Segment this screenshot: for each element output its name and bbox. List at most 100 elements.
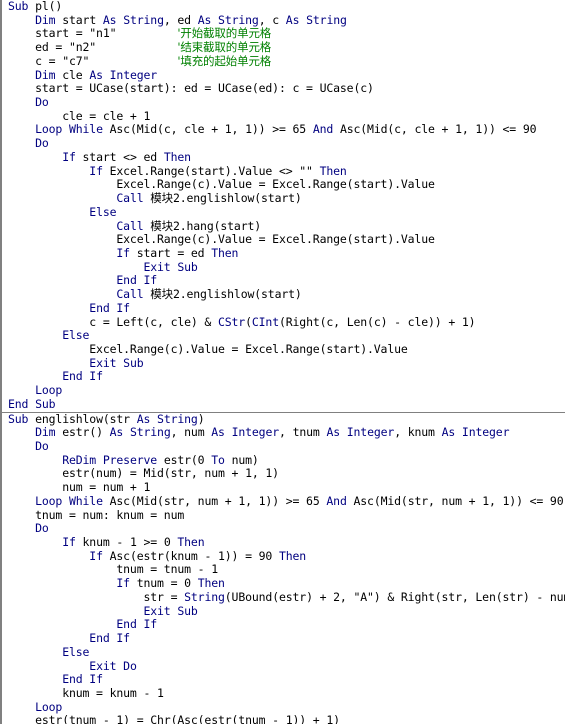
code-line[interactable]: Call 模块2.englishlow(start) — [8, 191, 565, 206]
code-line[interactable]: Call 模块2.englishlow(start) — [8, 287, 565, 302]
code-token-cmz: 填充的起始单元格 — [180, 53, 272, 68]
code-token-id: Asc(Mid(c, cle + 1, 1)) <= 90 — [339, 122, 537, 137]
code-token-k: As Integer — [326, 425, 395, 440]
code-line[interactable]: tnum = tnum - 1 — [8, 563, 565, 577]
code-token-id — [8, 631, 89, 645]
code-line[interactable]: estr(num) = Mid(str, num + 1, 1) — [8, 467, 565, 481]
code-token-id: c = "c7" — [8, 53, 178, 68]
code-token-k: Else — [62, 328, 90, 343]
code-token-k: Exit Sub — [143, 603, 198, 618]
code-token-k: End If — [89, 631, 130, 646]
code-token-id — [8, 122, 35, 136]
code-line[interactable]: End If — [8, 631, 565, 646]
code-line[interactable]: Excel.Range(c).Value = Excel.Range(start… — [8, 342, 565, 357]
code-line[interactable]: Excel.Range(c).Value = Excel.Range(start… — [8, 177, 565, 192]
code-editor-pane[interactable]: Sub pl() Dim start As String, ed As Stri… — [0, 0, 565, 724]
code-line[interactable]: ReDim Preserve estr(0 To num) — [8, 453, 565, 468]
code-line[interactable]: Dim cle As Integer — [8, 67, 565, 83]
code-line[interactable]: Do — [8, 439, 565, 454]
code-line[interactable]: If knum - 1 >= 0 Then — [8, 535, 565, 550]
code-token-id: tnum = 0 — [136, 576, 198, 591]
code-line[interactable]: Sub englishlow(str As String) — [8, 413, 565, 427]
code-line[interactable]: Exit Sub — [8, 356, 565, 371]
code-line[interactable]: Do — [8, 521, 565, 536]
code-line[interactable]: End If — [8, 274, 565, 288]
code-line[interactable]: Else — [8, 645, 565, 660]
code-token-k: Call — [116, 287, 151, 302]
code-token-id — [8, 369, 62, 383]
code-token-id: cle — [62, 67, 90, 82]
code-line[interactable]: Excel.Range(c).Value = Excel.Range(start… — [8, 232, 565, 247]
code-line[interactable]: tnum = num: knum = num — [8, 508, 565, 523]
code-token-k: Exit Sub — [143, 259, 198, 274]
code-line[interactable]: Loop While Asc(Mid(str, num + 1, 1)) >= … — [8, 493, 565, 509]
code-token-id: estr() — [62, 425, 110, 440]
code-line[interactable]: num = num + 1 — [8, 480, 565, 495]
code-token-id — [8, 494, 35, 508]
code-token-k: Then — [319, 163, 347, 178]
code-token-id: , c — [258, 12, 286, 27]
code-line[interactable]: knum = knum - 1 — [8, 686, 565, 701]
code-line[interactable]: If start = ed Then — [8, 246, 565, 261]
code-token-id — [8, 13, 35, 27]
code-line[interactable]: Exit Sub — [8, 603, 565, 619]
code-token-id — [8, 150, 62, 164]
code-token-k: End If — [116, 273, 158, 288]
code-token-id — [8, 521, 35, 535]
code-token-k: End Sub — [8, 396, 56, 411]
code-line[interactable]: End If — [8, 672, 565, 687]
code-token-k: And — [312, 122, 340, 137]
code-token-k: Loop While — [35, 122, 110, 137]
code-token-k: Call — [116, 191, 151, 206]
code-line[interactable]: If Asc(estr(knum - 1)) = 90 Then — [8, 548, 565, 564]
code-line[interactable]: Exit Do — [8, 659, 565, 674]
code-line[interactable]: Exit Sub — [8, 259, 565, 275]
code-line[interactable]: Dim start As String, ed As String, c As … — [8, 12, 565, 28]
code-token-id: c = Left(c, cle) & — [8, 314, 218, 329]
code-token-id — [8, 549, 89, 563]
code-line[interactable]: Do — [8, 95, 565, 110]
code-line[interactable]: If start <> ed Then — [8, 150, 565, 165]
code-token-k: And — [326, 493, 354, 508]
code-line[interactable]: Loop While Asc(Mid(c, cle + 1, 1)) >= 65… — [8, 123, 565, 137]
code-line[interactable]: c = "c7" '填充的起始单元格 — [8, 53, 565, 69]
code-line[interactable]: start = "n1" '开始截取的单元格 — [8, 27, 565, 41]
code-line[interactable]: start = UCase(start): ed = UCase(ed): c … — [8, 81, 565, 96]
code-token-id — [8, 328, 62, 342]
code-token-k: If — [89, 548, 110, 563]
code-token-id: Excel.Range(c).Value = Excel.Range(start… — [8, 232, 435, 247]
code-token-cmz: 开始截取的单元格 — [180, 26, 272, 41]
code-line[interactable]: End Sub — [8, 396, 565, 412]
code-line[interactable]: End If — [8, 370, 565, 384]
code-token-id — [8, 659, 89, 673]
code-token-k: As String — [102, 12, 164, 27]
code-token-id: Asc(Mid(c, cle + 1, 1)) >= 65 — [109, 122, 313, 137]
code-module-sub-pl[interactable]: Sub pl() Dim start As String, ed As Stri… — [0, 0, 565, 412]
code-token-id — [8, 301, 89, 315]
code-modules-container: Sub pl() Dim start As String, ed As Stri… — [0, 0, 565, 724]
code-line[interactable]: If tnum = 0 Then — [8, 576, 565, 591]
code-token-k: As Integer — [211, 425, 280, 440]
code-line[interactable]: Dim estr() As String, num As Integer, tn… — [8, 425, 565, 440]
code-line[interactable]: Call 模块2.hang(start) — [8, 219, 565, 234]
code-line[interactable]: Loop — [8, 700, 565, 715]
code-token-id: cle = cle + 1 — [8, 108, 151, 123]
code-line[interactable]: ed = "n2" '结束截取的单元格 — [8, 40, 565, 55]
code-token-id — [8, 356, 89, 370]
code-line[interactable]: estr(tnum - 1) = Chr(Asc(estr(tnum - 1))… — [8, 714, 565, 724]
code-line[interactable]: str = String(UBound(estr) + 2, "A") & Ri… — [8, 589, 565, 605]
code-line[interactable]: Else — [8, 328, 565, 343]
code-token-id: 模块2.englishlow(start) — [150, 287, 302, 302]
code-line[interactable]: Do — [8, 136, 565, 151]
code-line[interactable]: c = Left(c, cle) & CStr(CInt(Right(c, Le… — [8, 314, 565, 330]
code-line[interactable]: If Excel.Range(start).Value <> "" Then — [8, 163, 565, 179]
code-line[interactable]: End If — [8, 617, 565, 632]
code-token-id: str = — [8, 589, 185, 604]
code-line[interactable]: End If — [8, 301, 565, 316]
code-module-sub-englishlow[interactable]: Sub englishlow(str As String) Dim estr()… — [0, 411, 565, 724]
code-line[interactable]: Else — [8, 205, 565, 220]
code-line[interactable]: Loop — [8, 383, 565, 398]
code-line[interactable]: cle = cle + 1 — [8, 108, 565, 124]
code-line[interactable]: Sub pl() — [8, 0, 565, 14]
code-token-id — [8, 219, 116, 233]
